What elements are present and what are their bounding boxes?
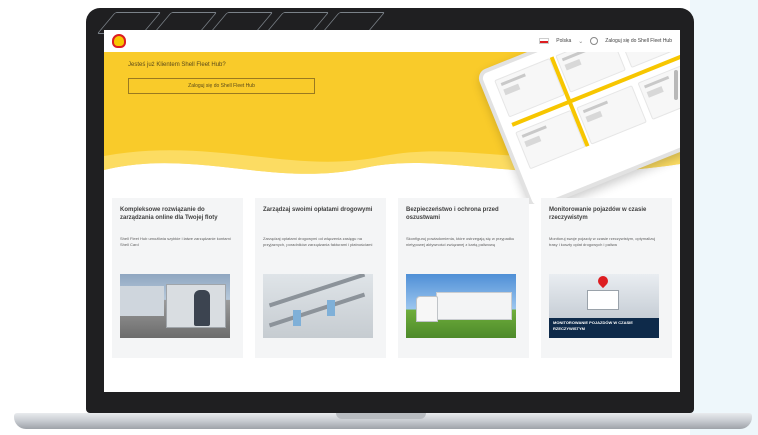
toll-gates-image	[263, 274, 373, 338]
feature-cards: Kompleksowe rozwiązanie do zarządzania o…	[112, 198, 672, 358]
hero-banner: Jesteś już Klientem Shell Fleet Hub? Zal…	[104, 52, 680, 204]
hero-login-button[interactable]: Zaloguj się do Shell Fleet Hub	[128, 78, 315, 94]
card-title: Kompleksowe rozwiązanie do zarządzania o…	[120, 207, 218, 222]
driver-with-truck-image	[120, 274, 230, 338]
feature-card-online-management[interactable]: Kompleksowe rozwiązanie do zarządzania o…	[112, 198, 243, 358]
laptop-screen: Polska ⌄ Zaloguj się do Shell Fleet Hub …	[104, 30, 680, 392]
card-description: Monitoruj swoje pojazdy w czasie rzeczyw…	[549, 236, 656, 247]
chevron-down-icon[interactable]: ⌄	[578, 38, 583, 45]
white-truck-image	[406, 274, 516, 338]
feature-card-vehicle-monitoring[interactable]: Monitorowanie pojazdów w czasie rzeczywi…	[541, 198, 672, 358]
feature-card-security[interactable]: Bezpieczeństwo i ochrona przed oszustwam…	[398, 198, 529, 358]
card-title: Bezpieczeństwo i ochrona przed oszustwam…	[406, 207, 499, 222]
card-title: Monitorowanie pojazdów w czasie rzeczywi…	[549, 207, 647, 222]
image-caption: MONITOROWANIE POJAZDÓW W CZASIE RZECZYWI…	[553, 320, 633, 331]
feature-card-tolls[interactable]: Zarządzaj swoimi opłatami drogowymi Zarz…	[255, 198, 386, 358]
user-icon[interactable]	[590, 37, 599, 45]
poland-flag-icon	[539, 38, 550, 44]
vehicle-tracking-image: MONITOROWANIE POJAZDÓW W CZASIE RZECZYWI…	[549, 274, 659, 338]
login-link[interactable]: Zaloguj się do Shell Fleet Hub	[605, 38, 672, 44]
card-description: Zarządzaj opłatami drogowymi od włączeni…	[263, 236, 373, 247]
country-selector[interactable]: Polska	[556, 38, 571, 44]
card-description: Shell Fleet Hub umożliwia szybkie i łatw…	[120, 236, 231, 247]
scrollbar[interactable]	[674, 70, 678, 100]
top-navigation: Polska ⌄ Zaloguj się do Shell Fleet Hub	[104, 30, 680, 52]
card-title: Zarządzaj swoimi opłatami drogowymi	[263, 207, 373, 213]
background-panel	[690, 0, 758, 435]
laptop-notch	[336, 413, 426, 419]
card-description: Skonfiguruj powiadomienia, które ostrzeg…	[406, 236, 515, 247]
shell-logo[interactable]	[112, 34, 126, 48]
hero-question: Jesteś już Klientem Shell Fleet Hub?	[128, 62, 226, 68]
